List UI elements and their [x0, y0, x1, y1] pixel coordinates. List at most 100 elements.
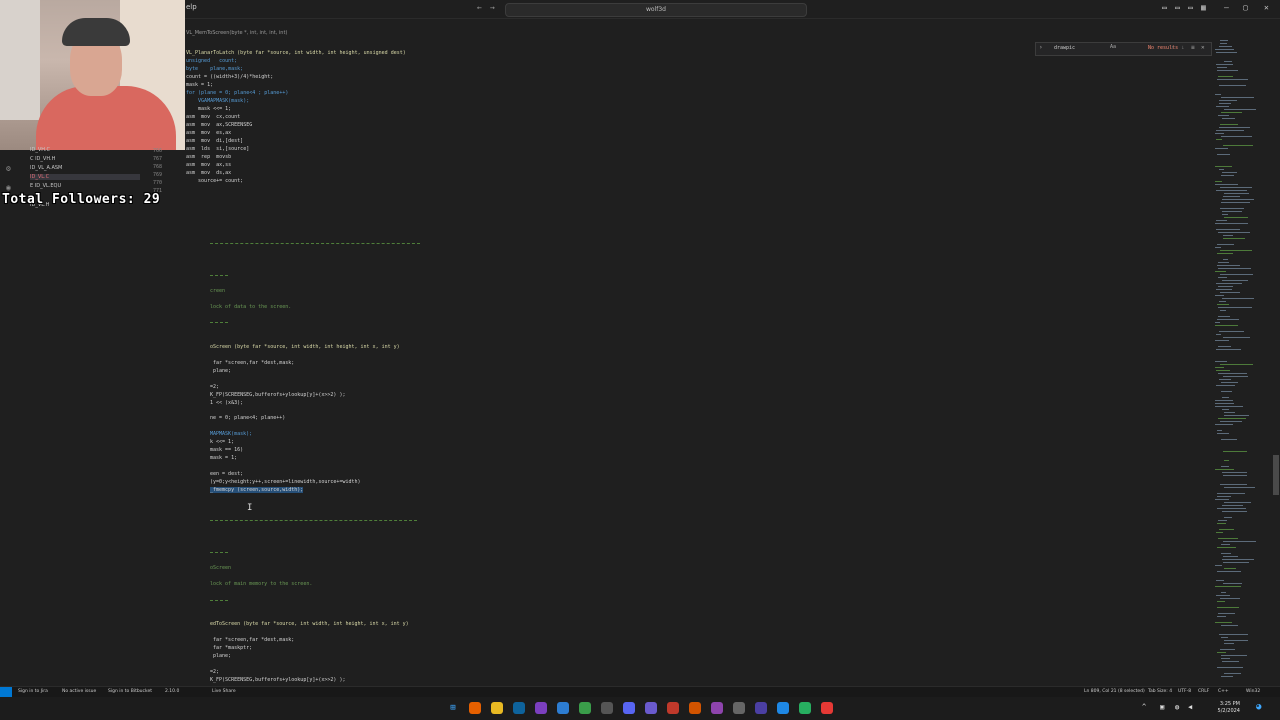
status-cursor-position[interactable]: Ln 809, Col 21 (8 selected): [1084, 689, 1145, 694]
status-language[interactable]: C++: [1218, 689, 1229, 694]
minimap-line: [1222, 199, 1254, 200]
panel-icon[interactable]: ▭: [1175, 3, 1180, 12]
app-icon[interactable]: [711, 702, 723, 714]
minimap-line: [1215, 424, 1233, 425]
close-icon[interactable]: ✕: [1264, 3, 1269, 12]
visual-studio-icon[interactable]: [535, 702, 547, 714]
minimap-line: [1217, 508, 1246, 509]
followers-overlay: Total Followers: 29: [2, 192, 160, 207]
previous-match-icon[interactable]: ↑: [1171, 44, 1175, 51]
comment-separator: [210, 520, 417, 522]
panel-right-icon[interactable]: ▭: [1188, 3, 1193, 12]
help-menu[interactable]: elp: [186, 3, 197, 11]
volume-icon[interactable]: ◀: [1188, 703, 1192, 711]
minimap-line: [1216, 532, 1223, 533]
breadcrumb[interactable]: VL_MemToScreen(byte *, int, int, int, in…: [186, 30, 287, 36]
next-match-icon[interactable]: ↓: [1181, 44, 1185, 51]
close-find-icon[interactable]: ✕: [1201, 44, 1205, 51]
line-number: 766: [153, 148, 163, 154]
comment-line: lock of data to the screen.: [210, 304, 292, 310]
minimap[interactable]: [1215, 40, 1270, 685]
forward-arrow-icon[interactable]: →: [490, 3, 495, 12]
selection-icon[interactable]: ≡: [1191, 44, 1195, 51]
minimize-icon[interactable]: –: [1224, 3, 1229, 12]
minimap-line: [1220, 364, 1253, 365]
minimap-line: [1223, 196, 1240, 197]
find-input[interactable]: drawpic: [1054, 45, 1075, 51]
chevron-right-icon[interactable]: ›: [1039, 44, 1043, 51]
minimap-line: [1215, 325, 1238, 326]
status-liveshare[interactable]: Live Share: [212, 689, 236, 694]
status-eol[interactable]: CRLF: [1198, 689, 1209, 694]
minimap-line: [1215, 322, 1220, 323]
app-icon[interactable]: [601, 702, 613, 714]
comment-separator: [210, 322, 228, 324]
notepad-icon[interactable]: [579, 702, 591, 714]
code-line: 1 << (x&3);: [210, 400, 244, 406]
accounts-icon[interactable]: ◉: [6, 183, 11, 192]
discord-icon[interactable]: [623, 702, 635, 714]
minimap-line: [1222, 559, 1254, 560]
app-icon[interactable]: [755, 702, 767, 714]
status-encoding[interactable]: UTF-8: [1178, 689, 1191, 694]
gear-icon[interactable]: ⚙: [6, 164, 11, 173]
tray-chevron-icon[interactable]: ^: [1142, 703, 1146, 711]
copilot-icon[interactable]: ◕: [1256, 702, 1261, 712]
minimap-line: [1218, 262, 1229, 263]
file-item-active[interactable]: ID_VL.C: [30, 174, 140, 180]
minimap-line: [1218, 115, 1229, 116]
minimap-line: [1217, 667, 1243, 668]
minimap-line: [1224, 217, 1248, 218]
file-item[interactable]: C ID_VH.H: [30, 156, 55, 162]
start-icon[interactable]: ⊞: [447, 702, 459, 714]
app-icon[interactable]: [777, 702, 789, 714]
app-icon[interactable]: [689, 702, 701, 714]
minimap-line: [1216, 289, 1232, 290]
app-icon[interactable]: [799, 702, 811, 714]
scrollbar-thumb[interactable]: [1273, 455, 1279, 495]
file-item[interactable]: E ID_VL.EQU: [30, 183, 61, 189]
minimap-line: [1224, 640, 1248, 641]
back-arrow-icon[interactable]: ←: [477, 3, 482, 12]
code-block[interactable]: VL_PlanarToLatch (byte far *source, int …: [186, 41, 406, 193]
app-icon[interactable]: [733, 702, 745, 714]
minimap-line: [1222, 409, 1229, 410]
status-version[interactable]: 2.10.0: [165, 689, 179, 694]
code-line: asm mov di,[dest]: [186, 138, 244, 144]
line-number: 769: [153, 172, 163, 178]
minimap-line: [1222, 172, 1237, 173]
app-icon[interactable]: [667, 702, 679, 714]
selected-code-line[interactable]: _fmemcpy (screen,source,width);: [210, 487, 304, 493]
file-explorer-icon[interactable]: [491, 702, 503, 714]
tray-icon[interactable]: ▣: [1160, 703, 1164, 711]
code-line: (y=0;y<height;y++,screen+=linewidth,sour…: [210, 479, 361, 485]
code-line: mask = 1;: [210, 455, 238, 461]
network-icon[interactable]: ◍: [1175, 703, 1179, 711]
status-issue[interactable]: No active issue: [62, 689, 96, 694]
command-center-search[interactable]: wolf3d: [505, 3, 807, 17]
status-platform[interactable]: Win32: [1246, 689, 1260, 694]
file-item[interactable]: ID_VL_A.ASM: [30, 165, 62, 171]
system-clock[interactable]: 3:25 PM 5/2/2024: [1218, 701, 1240, 715]
match-case-icon[interactable]: Aa: [1110, 44, 1116, 50]
app-icon[interactable]: [645, 702, 657, 714]
file-item[interactable]: ID_VH.C: [30, 147, 50, 153]
firefox-icon[interactable]: [469, 702, 481, 714]
minimap-line: [1219, 301, 1226, 302]
maximize-icon[interactable]: ▢: [1243, 3, 1248, 12]
minimap-line: [1216, 139, 1222, 140]
maps-icon[interactable]: [557, 702, 569, 714]
layout-icon[interactable]: ▭: [1162, 3, 1167, 12]
minimap-line: [1215, 367, 1224, 368]
minimap-line: [1220, 274, 1253, 275]
code-line: count = ((width+3)/4)*height;: [186, 74, 274, 80]
status-tab-size[interactable]: Tab Size: 4: [1148, 689, 1172, 694]
status-bitbucket[interactable]: Sign in to Bitbucket: [108, 689, 152, 694]
code-line: asm mov ax,SCREENSEG: [186, 122, 253, 128]
minimap-line: [1220, 124, 1238, 125]
app-icon[interactable]: [821, 702, 833, 714]
grid-icon[interactable]: ▦: [1201, 3, 1206, 12]
status-jira[interactable]: Sign in to Jira: [18, 689, 48, 694]
vscode-icon[interactable]: [513, 702, 525, 714]
minimap-line: [1218, 520, 1227, 521]
